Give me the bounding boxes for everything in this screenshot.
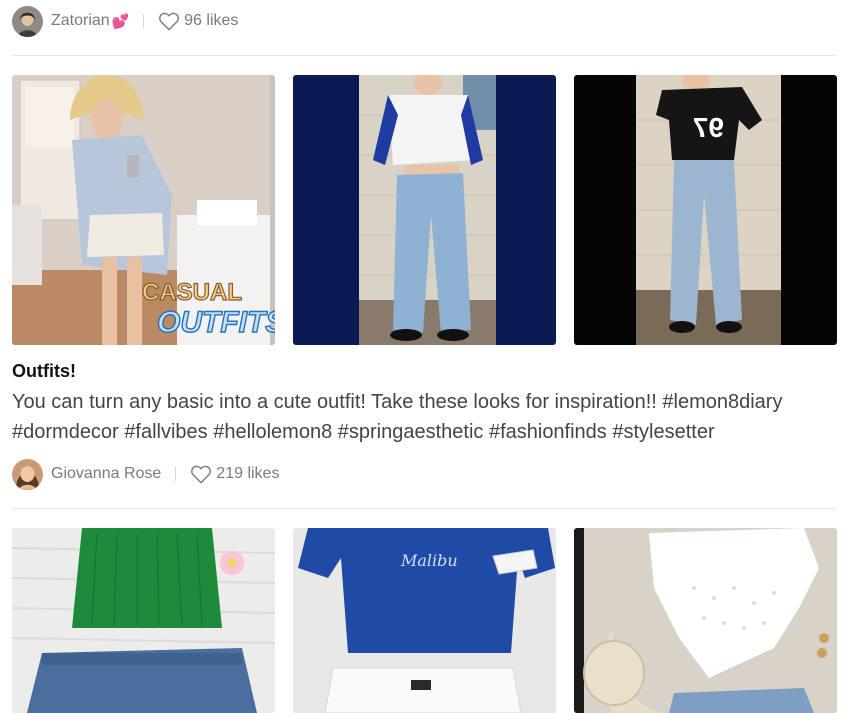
shirt-print-text: Malibu [400,551,458,570]
post1-image-1[interactable]: CASUAL OUTFITS! [12,75,275,345]
meta-separator [143,14,145,28]
like-button[interactable]: 96 likes [158,11,238,31]
avatar[interactable] [12,5,43,37]
post2-meta: Giovanna Rose 219 likes [12,458,279,490]
svg-text:97: 97 [693,112,724,143]
overlay-text-casual: CASUAL [142,279,242,306]
heart-outline-icon [191,465,212,484]
heart-emoji: 💕 [111,12,130,29]
post1-gallery: CASUAL OUTFITS! [12,75,837,345]
post2-gallery: Malibu [12,528,837,713]
divider [12,55,836,56]
author-name[interactable]: Zatorian [51,12,110,30]
divider [12,508,836,509]
post1-image-2[interactable] [293,75,556,345]
like-button[interactable]: 219 likes [190,464,279,484]
author-name[interactable]: Giovanna Rose [51,465,161,483]
post1-image-3[interactable]: 97 [574,75,837,345]
post2-image-2[interactable]: Malibu [293,528,556,713]
post2-image-3[interactable] [574,528,837,713]
like-count: 96 likes [184,12,239,29]
overlay-text-outfits: OUTFITS! [157,306,275,339]
post1-meta: Zatorian 💕 96 likes [12,5,238,37]
heart-outline-icon [159,12,180,31]
post2-image-1[interactable] [12,528,275,713]
post-title[interactable]: Outfits! [12,361,76,382]
avatar[interactable] [12,458,43,490]
like-count: 219 likes [216,465,280,482]
post-body[interactable]: You can turn any basic into a cute outfi… [12,387,832,447]
meta-separator [175,467,177,481]
